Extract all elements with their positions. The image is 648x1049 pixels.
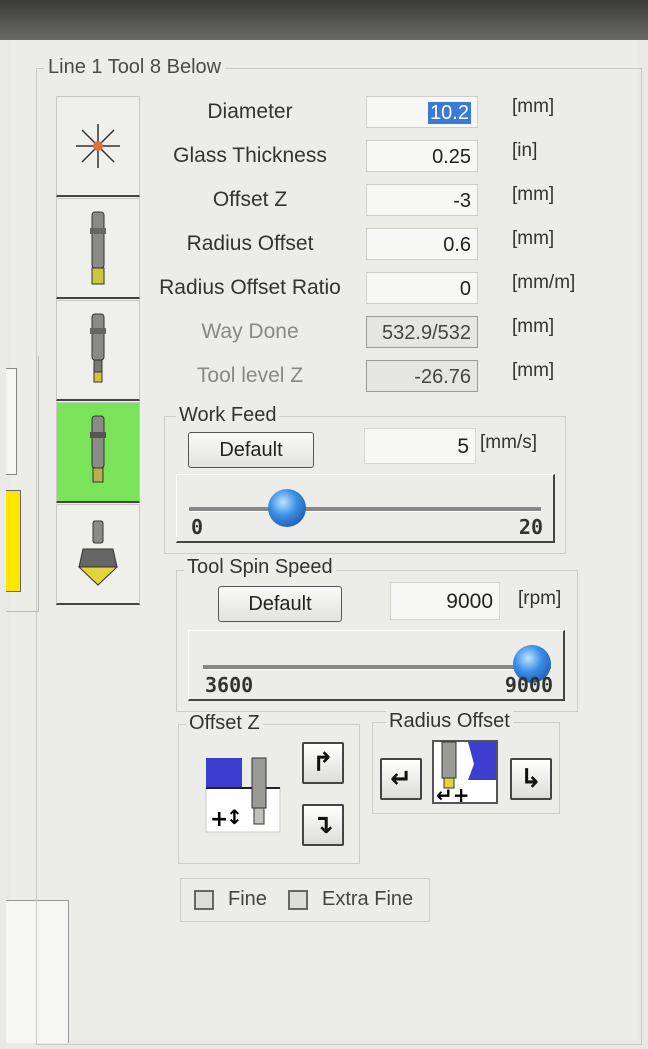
glass-thickness-field[interactable]: 0.25 [366,140,478,172]
spin-speed-default-button[interactable]: Default [218,586,342,622]
left-yellow-marker [6,490,21,592]
arrow-up-icon: ↱ [312,748,334,778]
arrow-right-icon: ↳ [520,764,542,794]
extra-fine-label: Extra Fine [322,888,414,910]
radius-offset-right-button[interactable]: ↳ [510,758,552,800]
tool-short-icon [90,313,106,383]
left-panel-frame [6,368,17,475]
spin-speed-slider-min: 3600 [205,673,254,697]
work-feed-unit: [mm/s] [480,432,537,453]
svg-text:↕: ↕ [226,805,243,829]
offset-z-field[interactable]: -3 [366,184,478,216]
top-bezel [0,0,648,40]
way-done-field: 532.9/532 [366,316,478,348]
diameter-field[interactable]: 10.2 [366,96,478,128]
arrow-left-icon: ↵ [390,764,412,794]
tool-level-z-label: Tool level Z [196,364,304,387]
tab-tool-short[interactable] [56,300,140,401]
group-title: Line 1 Tool 8 Below [44,56,226,79]
work-feed-slider-min: 0 [191,515,204,539]
offset-z-diagram-icon: + ↕ [205,757,281,833]
spin-speed-slider-max: 9000 [504,673,553,697]
extra-fine-checkbox[interactable] [288,890,308,910]
tool-long-icon [90,211,106,285]
spin-speed-title: Tool Spin Speed [184,556,336,579]
glass-thickness-unit: [in] [512,140,538,161]
tool-cone-icon [77,520,119,586]
spin-speed-slider[interactable]: 3600 9000 [188,630,565,701]
tab-tool-long[interactable] [56,198,140,299]
work-feed-input[interactable]: 5 [364,428,476,464]
work-feed-default-button[interactable]: Default [188,432,314,468]
diameter-value: 10.2 [428,102,471,124]
offset-z-group-title: Offset Z [186,712,263,735]
offset-z-up-button[interactable]: ↱ [302,742,344,784]
work-feed-slider-knob[interactable] [267,489,306,527]
tool-mid-icon [90,415,106,483]
glass-thickness-label: Glass Thickness [173,144,327,167]
radius-offset-group-title: Radius Offset [386,710,513,733]
radius-offset-unit: [mm] [512,228,555,249]
way-done-unit: [mm] [512,316,555,337]
tab-laser[interactable] [56,96,140,197]
fine-checkbox[interactable] [194,890,214,910]
svg-text:↵+: ↵+ [436,783,470,804]
work-feed-slider[interactable]: 0 20 [176,474,555,543]
diameter-label: Diameter [207,100,293,123]
tab-tool-mid[interactable] [56,402,140,503]
radius-offset-label: Radius Offset [186,232,314,255]
radius-offset-ratio-field[interactable]: 0 [366,272,478,304]
offset-z-unit: [mm] [512,184,555,205]
spin-speed-slider-track [203,665,551,670]
offset-z-label: Offset Z [212,188,288,211]
radius-offset-left-button[interactable]: ↵ [380,758,422,800]
tool-level-z-unit: [mm] [512,360,555,381]
laser-icon [76,124,120,168]
spin-speed-input[interactable]: 9000 [390,582,500,620]
work-feed-slider-track [189,507,541,512]
tab-tool-cone[interactable] [56,504,140,605]
work-feed-slider-max: 20 [518,515,543,539]
radius-offset-diagram-icon: ↵+ [432,740,498,804]
work-feed-title: Work Feed [176,404,280,427]
way-done-label: Way Done [201,320,299,343]
spin-speed-unit: [rpm] [518,588,562,609]
arrow-down-icon: ↴ [312,810,334,840]
radius-offset-ratio-label: Radius Offset Ratio [159,276,341,299]
radius-offset-ratio-unit: [mm/m] [512,272,576,293]
tool-level-z-field: -26.76 [366,360,478,392]
offset-z-down-button[interactable]: ↴ [302,804,344,846]
radius-offset-field[interactable]: 0.6 [366,228,478,260]
fine-label: Fine [228,888,267,910]
diameter-unit: [mm] [512,96,555,117]
